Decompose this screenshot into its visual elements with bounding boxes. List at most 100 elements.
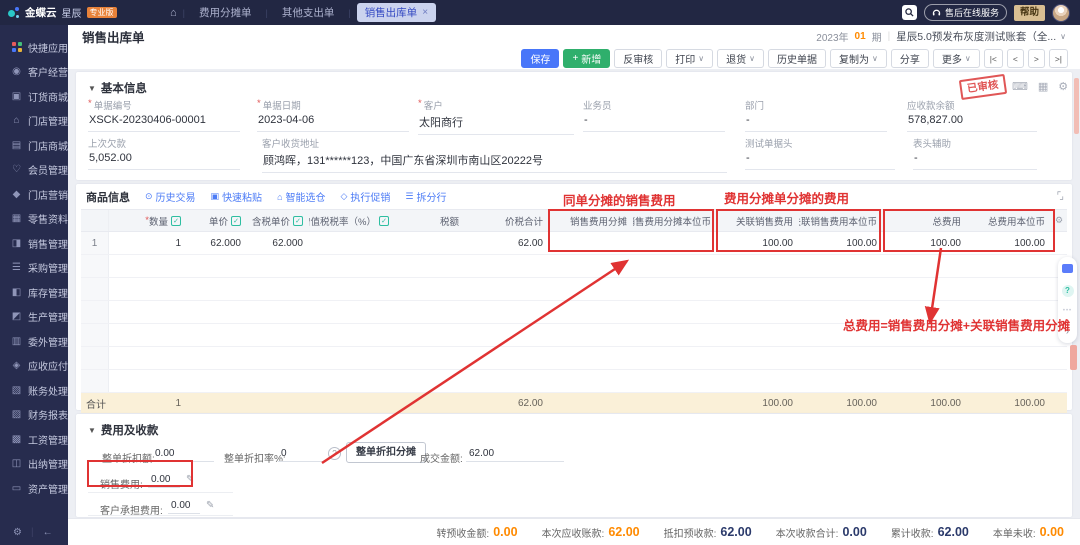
vertical-scrollbar-thumb[interactable]: [1070, 345, 1077, 370]
sidebar-item-cashier[interactable]: ◫出纳管理: [0, 452, 68, 477]
help-question-icon[interactable]: ?: [1062, 285, 1074, 297]
settings-icon[interactable]: ⚙: [13, 527, 22, 538]
column-filter-checkbox[interactable]: ✓: [231, 216, 241, 226]
quick-paste-link[interactable]: ▣快速粘贴: [211, 189, 263, 204]
table-row-empty[interactable]: [81, 255, 1067, 278]
history-trade-link[interactable]: ⊙历史交易: [145, 189, 196, 204]
column-filter-checkbox[interactable]: ✓: [379, 216, 389, 226]
nav-prev-button[interactable]: <: [1007, 49, 1024, 68]
sidebar-item-ar-ap[interactable]: ◈应收应付: [0, 354, 68, 379]
cell-tax-price[interactable]: 62.000: [247, 232, 309, 254]
tab-other-expense[interactable]: 其他支出单: [274, 3, 343, 22]
collapse-panel-icon[interactable]: ›: [1066, 326, 1069, 336]
panel-icon[interactable]: ▦: [1038, 80, 1048, 93]
discount-rate-input[interactable]: 0: [278, 448, 326, 462]
bill-date-input[interactable]: 2023-04-06: [257, 111, 409, 132]
test-header-input[interactable]: -: [745, 149, 895, 170]
header-aux-input[interactable]: -: [913, 149, 1037, 170]
gear-icon[interactable]: ⚙: [1058, 80, 1068, 93]
nav-next-button[interactable]: >: [1028, 49, 1045, 68]
fees-header[interactable]: ▼ 费用及收款: [88, 422, 158, 438]
copy-as-button[interactable]: 复制为∨: [830, 49, 887, 68]
tab-expense-allocation[interactable]: 费用分摊单: [191, 3, 260, 22]
cell-vat-rate[interactable]: [309, 232, 395, 254]
share-button[interactable]: 分享: [891, 49, 929, 68]
sidebar-item-financial-report[interactable]: ▨财务报表: [0, 403, 68, 428]
sidebar-item-inventory[interactable]: ◧库存管理: [0, 280, 68, 305]
cell-total-fee[interactable]: 100.00: [883, 232, 967, 254]
print-button[interactable]: 打印∨: [666, 49, 713, 68]
table-settings-gear-icon[interactable]: ⚙: [1051, 210, 1067, 231]
add-button[interactable]: +新增: [563, 49, 610, 68]
column-filter-checkbox[interactable]: ✓: [171, 216, 181, 226]
discount-amount-input[interactable]: 0.00: [152, 448, 214, 462]
user-avatar[interactable]: [1052, 4, 1070, 22]
table-row-empty[interactable]: [81, 301, 1067, 324]
sidebar-item-member[interactable]: ♡会员管理: [0, 158, 68, 183]
department-input[interactable]: -: [745, 111, 887, 132]
table-row-empty[interactable]: [81, 347, 1067, 370]
table-row-empty[interactable]: [81, 278, 1067, 301]
sidebar-item-store-marketing[interactable]: ◆门店营销: [0, 182, 68, 207]
vertical-scrollbar-thumb[interactable]: [1074, 78, 1079, 134]
collapse-sidebar-icon[interactable]: ←: [43, 527, 53, 538]
help-button[interactable]: 帮助: [1014, 5, 1045, 21]
sidebar-item-outsourcing[interactable]: ▥委外管理: [0, 329, 68, 354]
edit-pencil-icon[interactable]: ✎: [206, 500, 214, 511]
smart-warehouse-link[interactable]: ⌂智能选仓: [277, 189, 325, 204]
customer-fee-input[interactable]: 0.00: [168, 500, 200, 514]
customer-input[interactable]: 太阳商行: [418, 111, 574, 135]
table-row[interactable]: 1 1 62.000 62.000 62.00 100.00 100.00 10…: [81, 232, 1067, 255]
cell-sales-fee-alloc-base[interactable]: [633, 232, 717, 254]
split-row-link[interactable]: ☰拆分行: [405, 189, 446, 204]
more-button[interactable]: 更多∨: [933, 49, 980, 68]
delivery-address-input[interactable]: 顾鸿晖，131******123，中国广东省深圳市南山区20222号: [262, 149, 727, 173]
cell-total-fee-base[interactable]: 100.00: [967, 232, 1051, 254]
sidebar-item-order-mall[interactable]: ▣订货商城: [0, 84, 68, 109]
after-sales-service-button[interactable]: 售后在线服务: [924, 4, 1007, 21]
discount-allocate-button[interactable]: 整单折扣分摊: [346, 442, 426, 463]
tab-sales-outbound[interactable]: 销售出库单 ×: [357, 3, 436, 22]
cell-related-sales-fee-base[interactable]: 100.00: [799, 232, 883, 254]
sidebar-item-store-mgmt[interactable]: ⌂门店管理: [0, 109, 68, 134]
cell-tax[interactable]: [395, 232, 465, 254]
history-button[interactable]: 历史单据: [768, 49, 826, 68]
help-circle-icon[interactable]: ?: [328, 447, 341, 460]
basic-info-header[interactable]: ▼ 基本信息: [88, 80, 147, 96]
cell-related-sales-fee[interactable]: 100.00: [717, 232, 799, 254]
save-button[interactable]: 保存: [521, 49, 559, 68]
cell-price[interactable]: 62.000: [187, 232, 247, 254]
keyboard-icon[interactable]: ⌨: [1012, 80, 1028, 93]
sidebar-item-assets[interactable]: ▭资产管理: [0, 476, 68, 501]
table-row-empty[interactable]: [81, 370, 1067, 393]
cell-total-with-tax[interactable]: 62.00: [465, 232, 549, 254]
edit-pencil-icon[interactable]: ✎: [186, 474, 194, 485]
sidebar-item-sales-mgmt[interactable]: ◨销售管理: [0, 231, 68, 256]
refund-button[interactable]: 退货∨: [717, 49, 764, 68]
sales-fee-input[interactable]: 0.00: [148, 474, 180, 488]
search-button[interactable]: [902, 5, 917, 20]
salesperson-input[interactable]: -: [583, 111, 725, 132]
sidebar-item-quick-apps[interactable]: 快捷应用: [0, 35, 68, 60]
sidebar-item-production[interactable]: ◩生产管理: [0, 305, 68, 330]
promotion-link[interactable]: ◇执行促销: [341, 189, 391, 204]
account-set-selector[interactable]: 星辰5.0预发布灰度测试账套（全... ∨: [896, 29, 1066, 44]
sidebar-item-store-mall[interactable]: ▤门店商城: [0, 133, 68, 158]
cell-qty[interactable]: 1: [109, 232, 187, 254]
cell-sales-fee-alloc[interactable]: [549, 232, 633, 254]
nav-first-button[interactable]: |<: [984, 49, 1003, 68]
expand-fullscreen-icon[interactable]: ⌜⌟: [1057, 191, 1062, 202]
column-filter-checkbox[interactable]: ✓: [293, 216, 303, 226]
bill-number-input[interactable]: XSCK-20230406-00001: [88, 111, 240, 132]
nav-last-button[interactable]: >|: [1049, 49, 1068, 68]
sidebar-item-customer[interactable]: ◉客户经营: [0, 60, 68, 85]
table-row-empty[interactable]: [81, 324, 1067, 347]
sidebar-item-retail-data[interactable]: ▦零售资料: [0, 207, 68, 232]
close-tab-icon[interactable]: ×: [422, 7, 428, 18]
sidebar-item-purchase-mgmt[interactable]: ☰采购管理: [0, 256, 68, 281]
home-icon[interactable]: ⌂: [170, 7, 177, 19]
sidebar-item-payroll[interactable]: ▩工资管理: [0, 427, 68, 452]
sidebar-item-bookkeeping[interactable]: ▧账务处理: [0, 378, 68, 403]
feedback-comment-icon[interactable]: [1062, 264, 1073, 273]
unaudit-button[interactable]: 反审核: [614, 49, 662, 68]
